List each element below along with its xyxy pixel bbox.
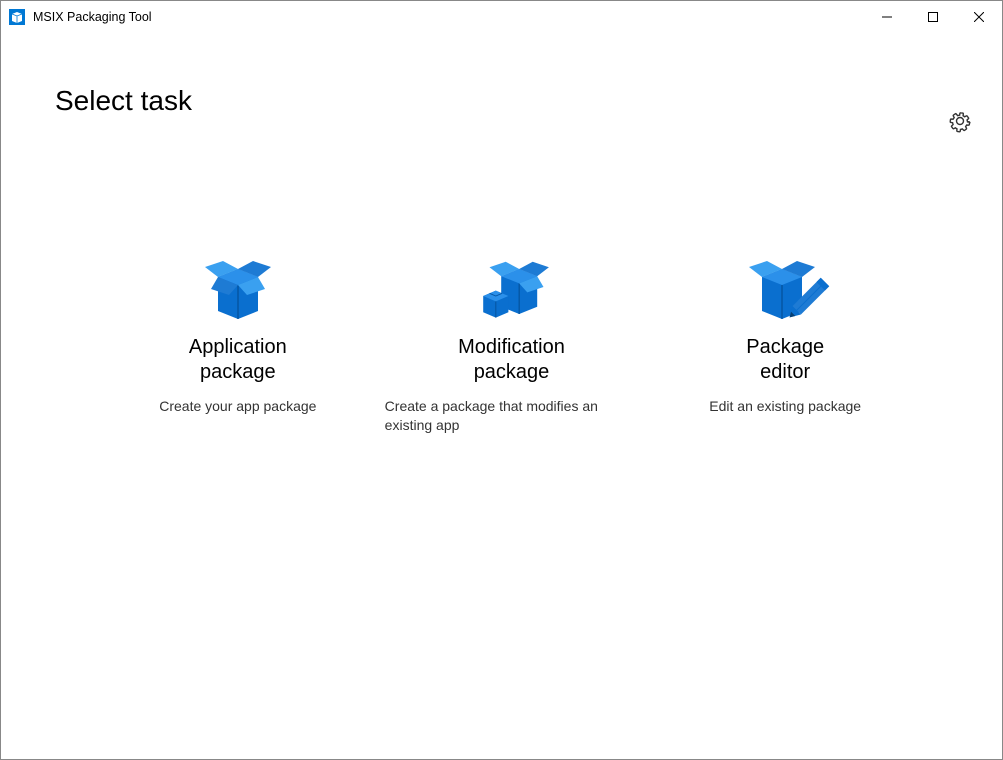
page-title: Select task xyxy=(55,85,1002,117)
task-title: Package editor xyxy=(746,335,824,385)
task-description: Create a package that modifies an existi… xyxy=(375,397,649,435)
task-list: Application package Create your app pack… xyxy=(1,247,1002,435)
content-area: Select task Application package Create y… xyxy=(1,85,1002,435)
window-controls xyxy=(864,1,1002,33)
maximize-button[interactable] xyxy=(910,1,956,33)
app-icon xyxy=(9,9,25,25)
close-icon xyxy=(974,12,984,22)
window-title: MSIX Packaging Tool xyxy=(33,10,864,24)
titlebar: MSIX Packaging Tool xyxy=(1,1,1002,33)
task-package-editor[interactable]: Package editor Edit an existing package xyxy=(648,247,922,435)
open-box-icon xyxy=(193,247,283,327)
task-title: Application package xyxy=(189,335,287,385)
close-button[interactable] xyxy=(956,1,1002,33)
gear-icon xyxy=(948,109,972,133)
box-with-pencil-icon xyxy=(740,247,830,327)
task-description: Edit an existing package xyxy=(699,397,871,416)
task-modification-package[interactable]: Modification package Create a package th… xyxy=(375,247,649,435)
minimize-icon xyxy=(882,12,892,22)
task-application-package[interactable]: Application package Create your app pack… xyxy=(101,247,375,435)
open-box-with-small-box-icon xyxy=(467,247,557,327)
maximize-icon xyxy=(928,12,938,22)
task-description: Create your app package xyxy=(149,397,326,416)
settings-button[interactable] xyxy=(944,105,976,140)
task-title: Modification package xyxy=(458,335,565,385)
minimize-button[interactable] xyxy=(864,1,910,33)
